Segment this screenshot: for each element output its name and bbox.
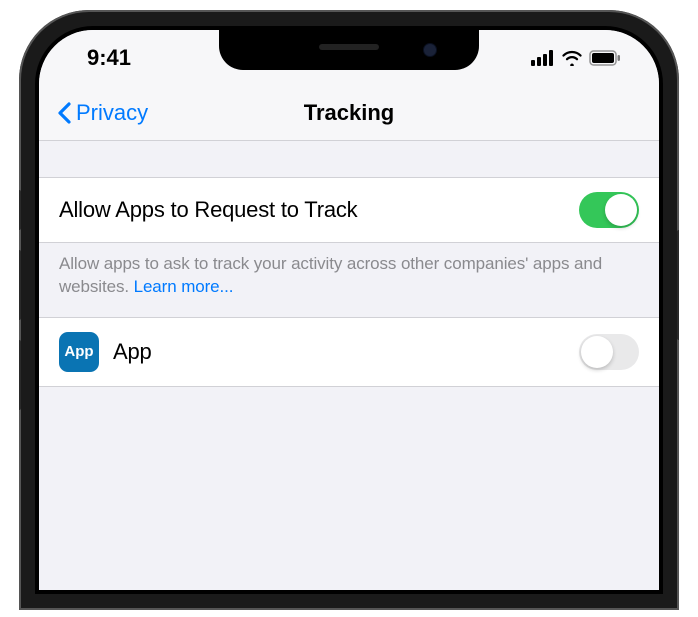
app-tracking-cell: App App <box>39 317 659 387</box>
back-label: Privacy <box>76 100 148 126</box>
back-button[interactable]: Privacy <box>57 100 148 126</box>
learn-more-link[interactable]: Learn more... <box>134 277 234 296</box>
status-time: 9:41 <box>87 45 131 71</box>
battery-icon <box>589 50 621 66</box>
allow-tracking-cell: Allow Apps to Request to Track <box>39 177 659 243</box>
section-footer: Allow apps to ask to track your activity… <box>39 243 659 317</box>
wifi-icon <box>561 50 583 66</box>
allow-tracking-toggle[interactable] <box>579 192 639 228</box>
chevron-left-icon <box>57 102 72 124</box>
screen: 9:41 <box>39 30 659 590</box>
page-title: Tracking <box>304 100 394 126</box>
nav-bar: Privacy Tracking <box>39 85 659 141</box>
notch <box>219 30 479 70</box>
allow-tracking-label: Allow Apps to Request to Track <box>59 197 358 223</box>
app-tracking-toggle[interactable] <box>579 334 639 370</box>
app-name-label: App <box>113 339 152 365</box>
status-icons <box>531 50 621 66</box>
cellular-icon <box>531 50 555 66</box>
app-icon: App <box>59 332 99 372</box>
